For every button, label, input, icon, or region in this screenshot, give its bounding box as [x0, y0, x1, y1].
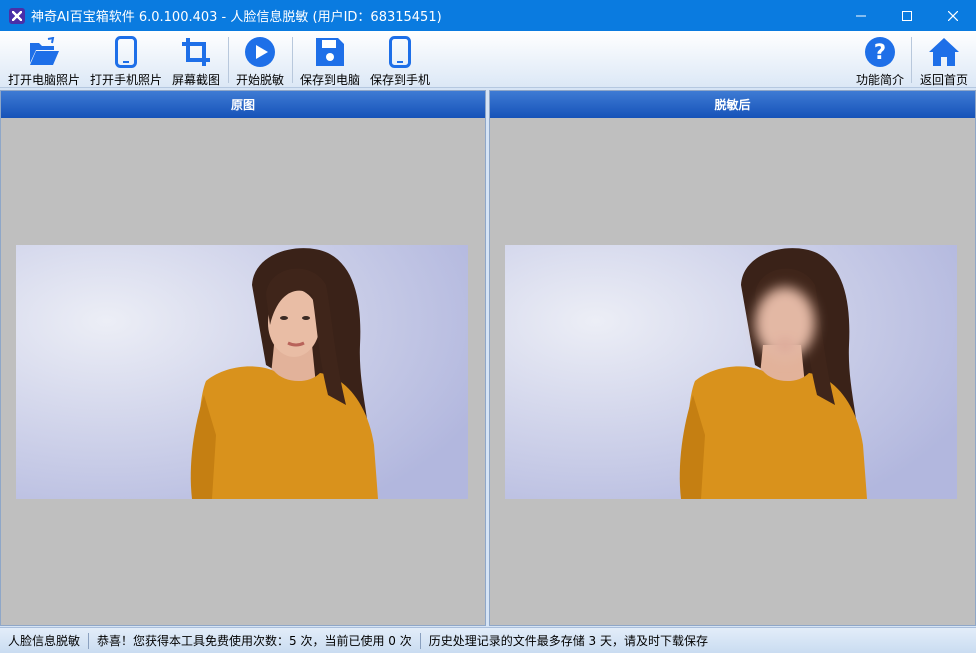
app-logo-icon [9, 7, 25, 24]
close-button[interactable] [930, 0, 976, 31]
save-to-phone-button[interactable]: 保存到手机 [366, 31, 434, 88]
maximize-icon [902, 10, 912, 21]
status-usage: 恭喜！您获得本工具免费使用次数：5 次，当前已使用 0 次 [97, 633, 412, 648]
desensitized-image[interactable] [505, 245, 957, 499]
open-phone-photo-label: 打开手机照片 [89, 73, 162, 87]
start-desensitize-button[interactable]: 开始脱敏 [232, 31, 288, 88]
minimize-icon [856, 15, 866, 16]
play-icon [243, 35, 277, 69]
toolbar: 打开电脑照片 打开手机照片 屏幕截图 开始脱敏 保存到电脑 保存到手机 ? 功能… [0, 31, 976, 88]
start-desensitize-label: 开始脱敏 [235, 73, 284, 87]
status-bar: 人脸信息脱敏 恭喜！您获得本工具免费使用次数：5 次，当前已使用 0 次 历史处… [0, 627, 976, 653]
original-panel: 原图 [0, 90, 486, 626]
status-note: 历史处理记录的文件最多存储 3 天，请及时下载保存 [428, 633, 709, 648]
question-icon: ? [863, 35, 897, 69]
svg-text:?: ? [874, 40, 886, 64]
window-title: 神奇AI百宝箱软件 6.0.100.403 - 人脸信息脱敏 (用户ID：683… [31, 10, 442, 25]
save-to-pc-button[interactable]: 保存到电脑 [296, 31, 364, 88]
toolbar-separator [911, 37, 912, 83]
result-panel-title: 脱敏后 [490, 91, 975, 118]
phone-icon [109, 35, 143, 69]
close-icon [948, 10, 958, 21]
original-panel-title: 原图 [1, 91, 485, 118]
original-image[interactable] [16, 245, 468, 499]
home-button[interactable]: 返回首页 [916, 31, 972, 88]
phone-icon [383, 35, 417, 69]
status-tool-name: 人脸信息脱敏 [8, 633, 81, 648]
home-icon [927, 35, 961, 69]
save-to-phone-label: 保存到手机 [369, 73, 430, 87]
open-pc-photo-label: 打开电脑照片 [7, 73, 80, 87]
save-to-pc-label: 保存到电脑 [299, 73, 360, 87]
open-pc-photo-button[interactable]: 打开电脑照片 [6, 31, 82, 88]
screenshot-label: 屏幕截图 [171, 73, 220, 87]
help-button[interactable]: ? 功能简介 [852, 31, 908, 88]
title-bar: 神奇AI百宝箱软件 6.0.100.403 - 人脸信息脱敏 (用户ID：683… [0, 0, 976, 31]
toolbar-separator [292, 37, 293, 83]
maximize-button[interactable] [884, 0, 930, 31]
floppy-disk-icon [313, 35, 347, 69]
minimize-button[interactable] [838, 0, 884, 31]
window-controls [838, 0, 976, 31]
home-label: 返回首页 [919, 73, 968, 87]
toolbar-separator [228, 37, 229, 83]
open-phone-photo-button[interactable]: 打开手机照片 [88, 31, 164, 88]
result-panel: 脱敏后 [489, 90, 976, 626]
folder-open-icon [27, 35, 61, 69]
screenshot-button[interactable]: 屏幕截图 [168, 31, 224, 88]
help-label: 功能简介 [855, 73, 904, 87]
crop-icon [179, 35, 213, 69]
